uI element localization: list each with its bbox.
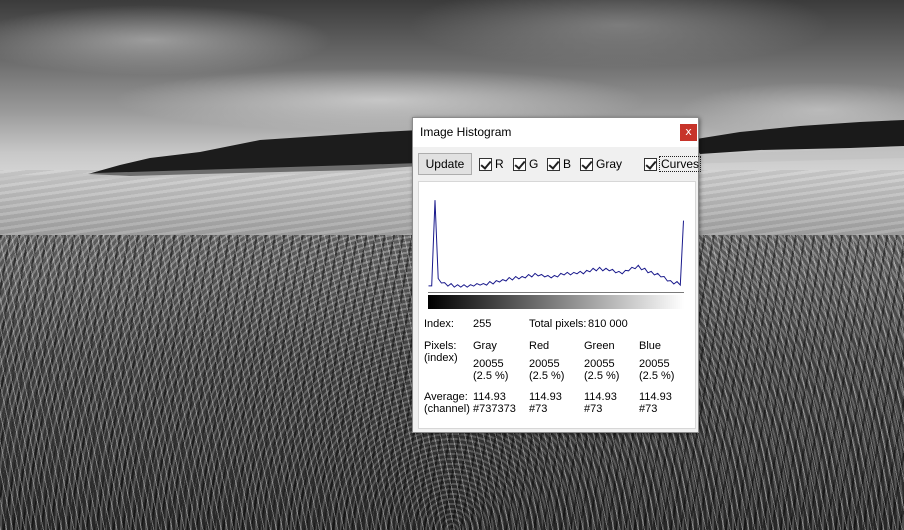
hex-red: #73	[529, 403, 548, 415]
percent-gray: (2.5 %)	[473, 370, 509, 382]
checkbox-b-box[interactable]	[547, 157, 560, 171]
hex-gray: #737373	[473, 403, 516, 415]
checkbox-g-box[interactable]	[513, 157, 526, 171]
toolbar: Update R G B Gray Curves	[418, 153, 702, 177]
checkbox-curves-label: Curves	[658, 156, 702, 172]
index-value: 255	[473, 318, 492, 330]
total-pixels-value: 810 000	[588, 318, 628, 330]
channel-name-gray: Gray	[473, 340, 497, 352]
average-gray: 114.93	[473, 391, 506, 403]
checkbox-g-label: G	[529, 157, 539, 171]
histogram-chart[interactable]	[428, 189, 684, 293]
checkbox-r[interactable]: R	[479, 157, 504, 171]
channel-name-green: Green	[584, 340, 615, 352]
pixels-sub-label: (index)	[424, 352, 458, 364]
histogram-panel: Index: 255 Total pixels: 810 000 Pixels:…	[418, 181, 696, 429]
channel-name-red: Red	[529, 340, 550, 352]
percent-red: (2.5 %)	[529, 370, 565, 382]
checkbox-curves[interactable]: Curves	[644, 156, 702, 172]
hex-green: #73	[584, 403, 603, 415]
checkbox-curves-box[interactable]	[644, 157, 657, 171]
update-button[interactable]: Update	[418, 153, 472, 175]
average-red: 114.93	[529, 391, 562, 403]
percent-blue: (2.5 %)	[639, 370, 675, 382]
histogram-plot-area	[428, 189, 684, 293]
histogram-window: Image Histogram x Update R G B Gray Curv…	[412, 117, 702, 433]
intensity-gradient-bar	[428, 295, 684, 309]
index-label: Index:	[424, 318, 454, 330]
count-red: 20055	[529, 358, 560, 370]
checkbox-g[interactable]: G	[513, 157, 538, 171]
checkbox-gray-box[interactable]	[580, 157, 593, 171]
percent-green: (2.5 %)	[584, 370, 620, 382]
checkbox-r-box[interactable]	[479, 157, 492, 171]
checkbox-b-label: B	[563, 157, 572, 171]
checkbox-gray-label: Gray	[596, 157, 623, 171]
window-title: Image Histogram	[420, 125, 512, 139]
count-green: 20055	[584, 358, 615, 370]
average-label: Average:	[424, 391, 468, 403]
checkbox-b[interactable]: B	[547, 157, 571, 171]
hex-blue: #73	[639, 403, 658, 415]
average-sub-label: (channel)	[424, 403, 470, 415]
count-blue: 20055	[639, 358, 670, 370]
average-blue: 114.93	[639, 391, 672, 403]
checkbox-r-label: R	[495, 157, 504, 171]
close-button[interactable]: x	[680, 124, 697, 141]
channel-name-blue: Blue	[639, 340, 662, 352]
total-pixels-label: Total pixels:	[529, 318, 587, 330]
checkbox-gray[interactable]: Gray	[580, 157, 622, 171]
title-bar[interactable]: Image Histogram x	[413, 118, 698, 147]
count-gray: 20055	[473, 358, 504, 370]
pixels-label: Pixels:	[424, 340, 457, 352]
average-green: 114.93	[584, 391, 617, 403]
